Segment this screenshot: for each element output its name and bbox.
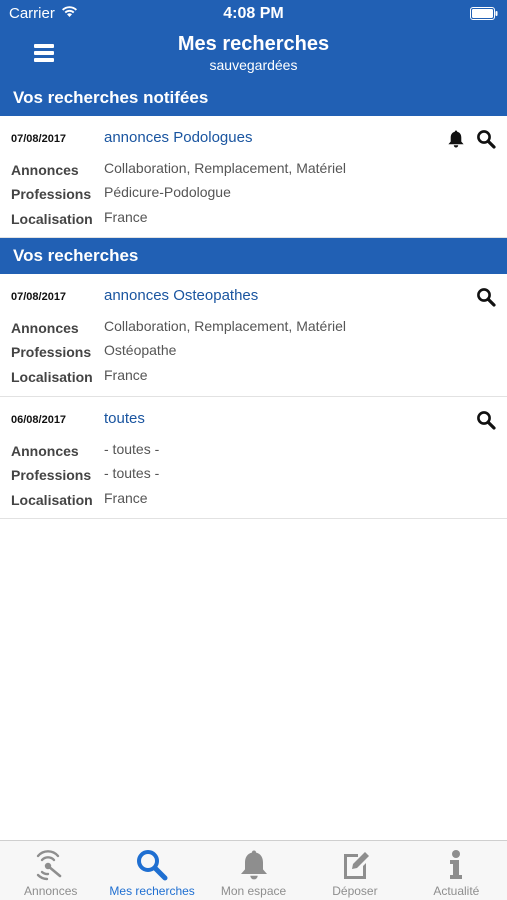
notification-bell-button[interactable] xyxy=(445,128,467,150)
search-name[interactable]: toutes xyxy=(104,410,145,427)
page-title: Mes recherches xyxy=(177,33,330,55)
section-title: Vos recherches notifées xyxy=(13,88,209,107)
bell-icon xyxy=(237,848,271,882)
localisation-value: France xyxy=(104,490,148,506)
annonces-label: Annonces xyxy=(11,320,79,336)
saved-search-item[interactable]: 06/08/2017 toutes Annonces - toutes - Pr… xyxy=(0,397,507,519)
battery-icon xyxy=(470,7,498,25)
saved-search-item[interactable]: 07/08/2017 annonces Podologues Annonces … xyxy=(0,116,507,238)
tab-annonces[interactable]: Annonces xyxy=(0,841,101,900)
app-header: Carrier 4:08 PM Mes recherches sauvegard… xyxy=(0,0,507,80)
annonces-value: - toutes - xyxy=(104,441,160,457)
section-header-notified: Vos recherches notifées xyxy=(0,80,507,116)
search-icon xyxy=(477,411,496,430)
search-button[interactable] xyxy=(475,409,497,431)
tab-label: Déposer xyxy=(332,884,378,898)
status-bar: Carrier 4:08 PM xyxy=(0,0,507,28)
radar-icon xyxy=(34,848,68,882)
section-header-searches: Vos recherches xyxy=(0,238,507,274)
search-date: 07/08/2017 xyxy=(11,133,67,145)
tab-actualite[interactable]: Actualité xyxy=(406,841,507,900)
tab-label: Mon espace xyxy=(220,884,287,898)
tab-label: Actualité xyxy=(433,884,480,898)
search-icon xyxy=(477,288,496,307)
professions-label: Professions xyxy=(11,467,92,483)
localisation-label: Localisation xyxy=(11,492,93,508)
professions-value: Pédicure-Podologue xyxy=(104,184,231,200)
search-date: 06/08/2017 xyxy=(11,414,67,426)
localisation-value: France xyxy=(104,367,148,383)
localisation-label: Localisation xyxy=(11,369,93,385)
annonces-value: Collaboration, Remplacement, Matériel xyxy=(104,160,346,176)
search-icon xyxy=(477,130,496,149)
annonces-value: Collaboration, Remplacement, Matériel xyxy=(104,318,346,334)
search-name[interactable]: annonces Podologues xyxy=(104,129,252,146)
annonces-label: Annonces xyxy=(11,162,79,178)
localisation-value: France xyxy=(104,209,148,225)
edit-icon xyxy=(338,848,372,882)
tab-deposer[interactable]: Déposer xyxy=(304,841,405,900)
search-button[interactable] xyxy=(475,286,497,308)
professions-value: - toutes - xyxy=(104,465,160,481)
professions-label: Professions xyxy=(11,186,92,202)
search-button[interactable] xyxy=(475,128,497,150)
status-time: 4:08 PM xyxy=(223,5,284,22)
page-subtitle: sauvegardées xyxy=(209,57,298,73)
bell-icon xyxy=(448,130,464,148)
section-title: Vos recherches xyxy=(13,246,139,265)
tab-label: Mes recherches xyxy=(109,884,195,898)
professions-value: Ostéopathe xyxy=(104,342,177,358)
nav-bar: Mes recherches sauvegardées xyxy=(0,28,507,80)
annonces-label: Annonces xyxy=(11,443,79,459)
search-icon xyxy=(135,848,169,882)
tab-bar: Annonces Mes recherches Mon espace Dépos… xyxy=(0,840,507,900)
localisation-label: Localisation xyxy=(11,211,93,227)
tab-mes-recherches[interactable]: Mes recherches xyxy=(101,841,202,900)
search-name[interactable]: annonces Osteopathes xyxy=(104,287,258,304)
professions-label: Professions xyxy=(11,344,92,360)
search-date: 07/08/2017 xyxy=(11,291,67,303)
saved-search-item[interactable]: 07/08/2017 annonces Osteopathes Annonces… xyxy=(0,274,507,397)
info-icon xyxy=(439,848,473,882)
tab-label: Annonces xyxy=(24,884,78,898)
tab-mon-espace[interactable]: Mon espace xyxy=(203,841,304,900)
